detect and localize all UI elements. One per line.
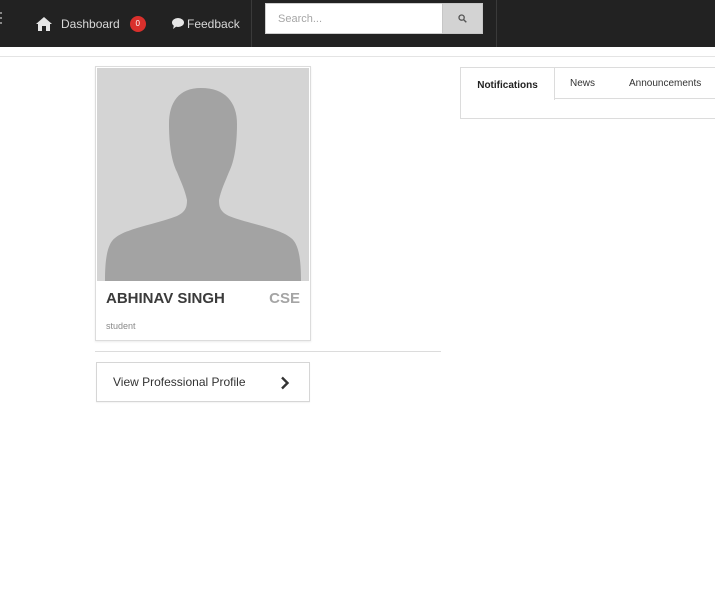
profile-name: ABHINAV SINGH	[106, 290, 225, 307]
tab-notifications[interactable]: Notifications	[461, 68, 555, 100]
nav-feedback-link[interactable]: Feedback	[172, 0, 240, 47]
nav-divider	[251, 0, 252, 47]
nav-dashboard-label: Dashboard	[61, 16, 120, 31]
menu-toggle-icon[interactable]	[0, 12, 3, 24]
user-silhouette-icon	[105, 88, 301, 281]
nav-divider	[496, 0, 497, 47]
avatar	[97, 68, 309, 281]
header-divider	[0, 56, 715, 57]
view-profile-label: View Professional Profile	[113, 375, 246, 389]
comment-icon	[172, 18, 184, 29]
nav-feedback-label: Feedback	[187, 16, 240, 31]
top-navbar: Dashboard 0 Feedback	[0, 0, 715, 47]
tab-bar: Notifications News Announcements	[461, 68, 715, 100]
notification-count-badge: 0	[129, 15, 146, 32]
chevron-right-icon	[281, 376, 290, 390]
profile-department: CSE	[269, 290, 300, 307]
view-professional-profile-button[interactable]: View Professional Profile	[96, 362, 310, 402]
news-tabs-panel: Notifications News Announcements	[460, 67, 715, 119]
tab-announcements[interactable]: Announcements	[629, 68, 701, 99]
home-icon	[36, 16, 52, 31]
search-input[interactable]	[265, 3, 442, 34]
profile-card: ABHINAV SINGH CSE student	[95, 66, 311, 341]
search-icon	[458, 14, 467, 23]
search-button[interactable]	[442, 3, 483, 34]
search-form	[265, 3, 483, 34]
content-divider	[95, 351, 441, 352]
nav-dashboard-link[interactable]: Dashboard 0	[36, 0, 146, 47]
profile-role: student	[106, 321, 136, 331]
tab-news[interactable]: News	[570, 68, 595, 99]
